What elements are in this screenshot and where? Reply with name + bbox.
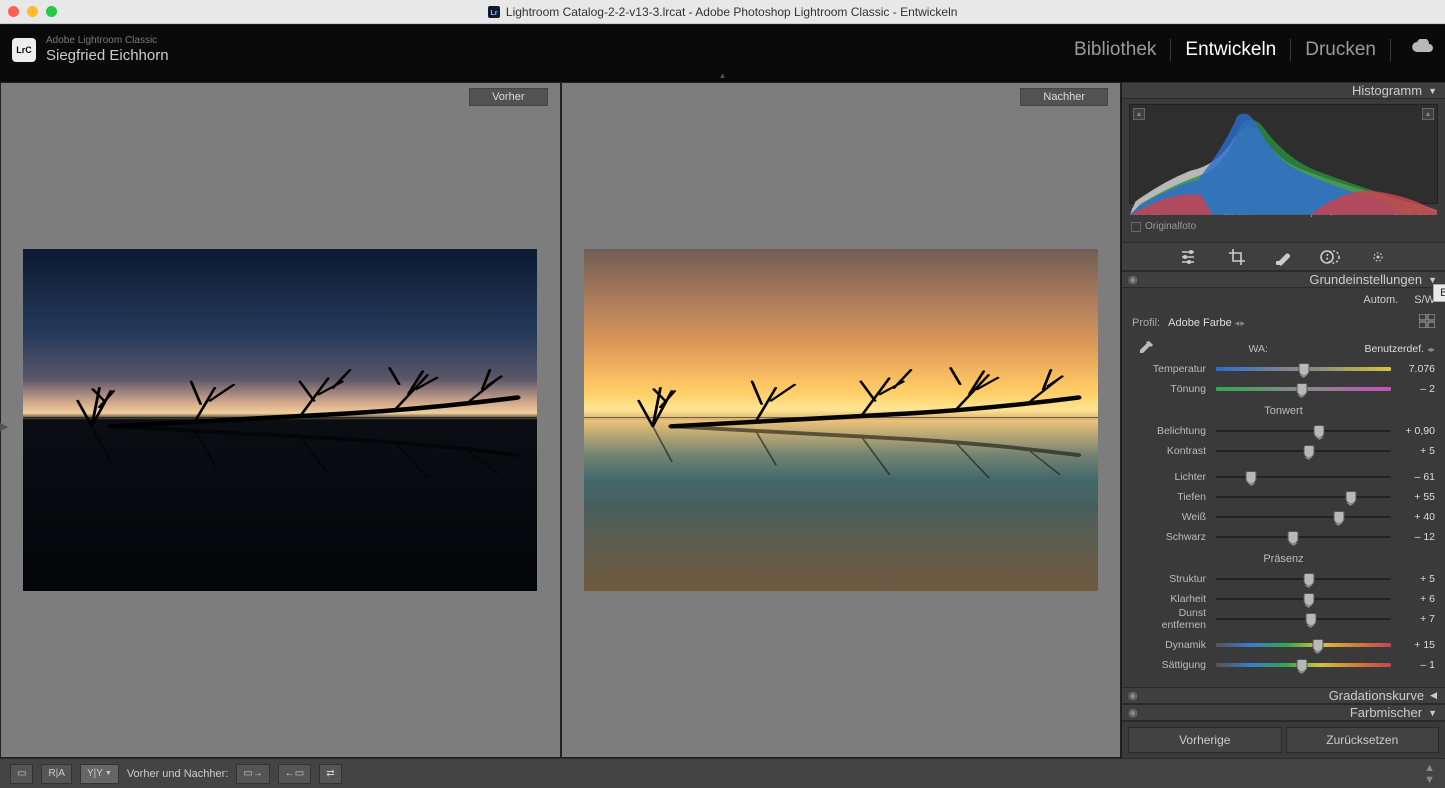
- slider-clarity[interactable]: Klarheit+ 6: [1132, 591, 1435, 607]
- heal-tool-icon[interactable]: [1274, 248, 1292, 266]
- slider-vibrance[interactable]: Dynamik+ 15: [1132, 637, 1435, 653]
- basic-panel: Bildschirmfo Autom. S/W Profil: Adobe Fa…: [1122, 288, 1445, 687]
- auto-button[interactable]: Autom.: [1363, 294, 1398, 306]
- section-mixer[interactable]: ◉ Farbmischer: [1122, 704, 1445, 721]
- module-print[interactable]: Drucken: [1305, 39, 1376, 61]
- after-image[interactable]: [584, 249, 1098, 592]
- slider-highlights[interactable]: Lichter– 61: [1132, 469, 1435, 485]
- view-reference-icon[interactable]: R|A: [41, 764, 72, 784]
- before-after-label: Vorher und Nachher:: [127, 768, 229, 780]
- nav-separator: [1170, 39, 1171, 61]
- user-name: Siegfried Eichhorn: [46, 47, 169, 64]
- disclosure-icon: [1428, 708, 1437, 718]
- profile-browser-icon[interactable]: [1419, 314, 1435, 331]
- redeye-tool-icon[interactable]: [1368, 249, 1388, 265]
- eye-icon[interactable]: ◉: [1128, 706, 1138, 719]
- after-label: Nachher: [1020, 88, 1108, 106]
- edit-tool-icon[interactable]: [1180, 248, 1200, 266]
- top-panel-collapse-icon[interactable]: ▲: [0, 74, 1445, 82]
- photo-subject: [615, 324, 1088, 516]
- section-title: Farbmischer: [1350, 705, 1422, 720]
- slider-contrast[interactable]: Kontrast+ 5: [1132, 443, 1435, 459]
- swap-copy-right-icon[interactable]: ▭→: [236, 764, 269, 784]
- traffic-lights: [8, 6, 57, 17]
- slider-blacks[interactable]: Schwarz– 12: [1132, 529, 1435, 545]
- after-pane: Nachher: [560, 83, 1121, 757]
- checkbox-icon[interactable]: [1131, 222, 1141, 232]
- image-viewer: ▶ Vorher: [0, 82, 1121, 758]
- disclosure-icon: [1428, 86, 1437, 96]
- photo-subject: [54, 324, 527, 516]
- tool-strip: [1122, 242, 1445, 271]
- top-bar: LrC Adobe Lightroom Classic Siegfried Ei…: [0, 24, 1445, 74]
- profile-dropdown[interactable]: Adobe Farbe ◂▸: [1168, 317, 1411, 329]
- previous-button[interactable]: Vorherige: [1128, 727, 1282, 753]
- filmstrip-expand-icon[interactable]: ▲▼: [1424, 762, 1435, 786]
- nav-separator: [1390, 39, 1391, 61]
- swap-copy-left-icon[interactable]: ←▭: [278, 764, 311, 784]
- tooltip: Bildschirmfo: [1433, 284, 1445, 302]
- tone-heading: Tonwert: [1132, 403, 1435, 419]
- svg-text:Lr: Lr: [490, 10, 497, 17]
- slider-exposure[interactable]: Belichtung+ 0,90: [1132, 423, 1435, 439]
- mac-titlebar: Lr Lightroom Catalog-2-2-v13-3.lrcat - A…: [0, 0, 1445, 24]
- cloud-sync-icon[interactable]: [1411, 39, 1433, 61]
- nav-separator: [1290, 39, 1291, 61]
- section-title: Histogramm: [1352, 83, 1422, 98]
- section-basic[interactable]: ◉ Grundeinstellungen: [1122, 271, 1445, 288]
- disclosure-icon: [1430, 690, 1437, 701]
- slider-temperature[interactable]: Temperatur7.076: [1132, 361, 1435, 377]
- disclosure-icon: [1428, 275, 1437, 285]
- section-curve[interactable]: ◉ Gradationskurve: [1122, 687, 1445, 704]
- reset-button[interactable]: Zurücksetzen: [1286, 727, 1440, 753]
- section-title: Grundeinstellungen: [1309, 272, 1422, 287]
- right-panel: Histogramm ▲ ▲ ISO 100 16 mm ƒ / 7,1 10.…: [1121, 82, 1445, 758]
- slider-saturation[interactable]: Sättigung– 1: [1132, 657, 1435, 673]
- before-label: Vorher: [469, 88, 547, 106]
- histogram[interactable]: ▲ ▲: [1129, 104, 1438, 204]
- slider-tint[interactable]: Tönung– 2: [1132, 381, 1435, 397]
- before-pane: Vorher: [1, 83, 560, 757]
- slider-dehaze[interactable]: Dunst entfernen+ 7: [1132, 611, 1435, 627]
- presence-heading: Präsenz: [1132, 551, 1435, 567]
- eye-icon[interactable]: ◉: [1128, 689, 1138, 702]
- product-name: Adobe Lightroom Classic: [46, 35, 169, 47]
- minimize-icon[interactable]: [27, 6, 38, 17]
- section-title: Gradationskurve: [1329, 688, 1424, 703]
- wb-dropper-icon[interactable]: [1132, 336, 1158, 362]
- eye-icon[interactable]: ◉: [1128, 273, 1138, 286]
- maximize-icon[interactable]: [46, 6, 57, 17]
- slider-shadows[interactable]: Tiefen+ 55: [1132, 489, 1435, 505]
- before-image[interactable]: [23, 249, 537, 592]
- identity-plate: Adobe Lightroom Classic Siegfried Eichho…: [46, 35, 169, 64]
- window-title: Lr Lightroom Catalog-2-2-v13-3.lrcat - A…: [0, 5, 1445, 19]
- view-loupe-icon[interactable]: ▭: [10, 764, 33, 784]
- bottom-toolbar: ▭ R|A Y|Y▼ Vorher und Nachher: ▭→ ←▭ ⇄ ▲…: [0, 758, 1445, 788]
- original-checkbox[interactable]: Originalfoto: [1129, 218, 1438, 238]
- crop-tool-icon[interactable]: [1228, 248, 1246, 266]
- swap-both-icon[interactable]: ⇄: [319, 764, 341, 784]
- slider-texture[interactable]: Struktur+ 5: [1132, 571, 1435, 587]
- app-badge-icon: LrC: [12, 38, 36, 62]
- slider-whites[interactable]: Weiß+ 40: [1132, 509, 1435, 525]
- close-icon[interactable]: [8, 6, 19, 17]
- wb-dropdown[interactable]: Benutzerdef. ◂▸: [1365, 343, 1436, 355]
- view-before-after-icon[interactable]: Y|Y▼: [80, 764, 119, 784]
- module-library[interactable]: Bibliothek: [1074, 39, 1156, 61]
- section-histogram[interactable]: Histogramm: [1122, 82, 1445, 99]
- wb-label: WA:: [1158, 343, 1365, 355]
- mask-tool-icon[interactable]: [1320, 249, 1340, 265]
- module-develop[interactable]: Entwickeln: [1185, 39, 1276, 61]
- bw-button[interactable]: S/W: [1414, 294, 1435, 306]
- profile-label: Profil:: [1132, 317, 1160, 329]
- module-nav: Bibliothek Entwickeln Drucken: [1074, 39, 1433, 61]
